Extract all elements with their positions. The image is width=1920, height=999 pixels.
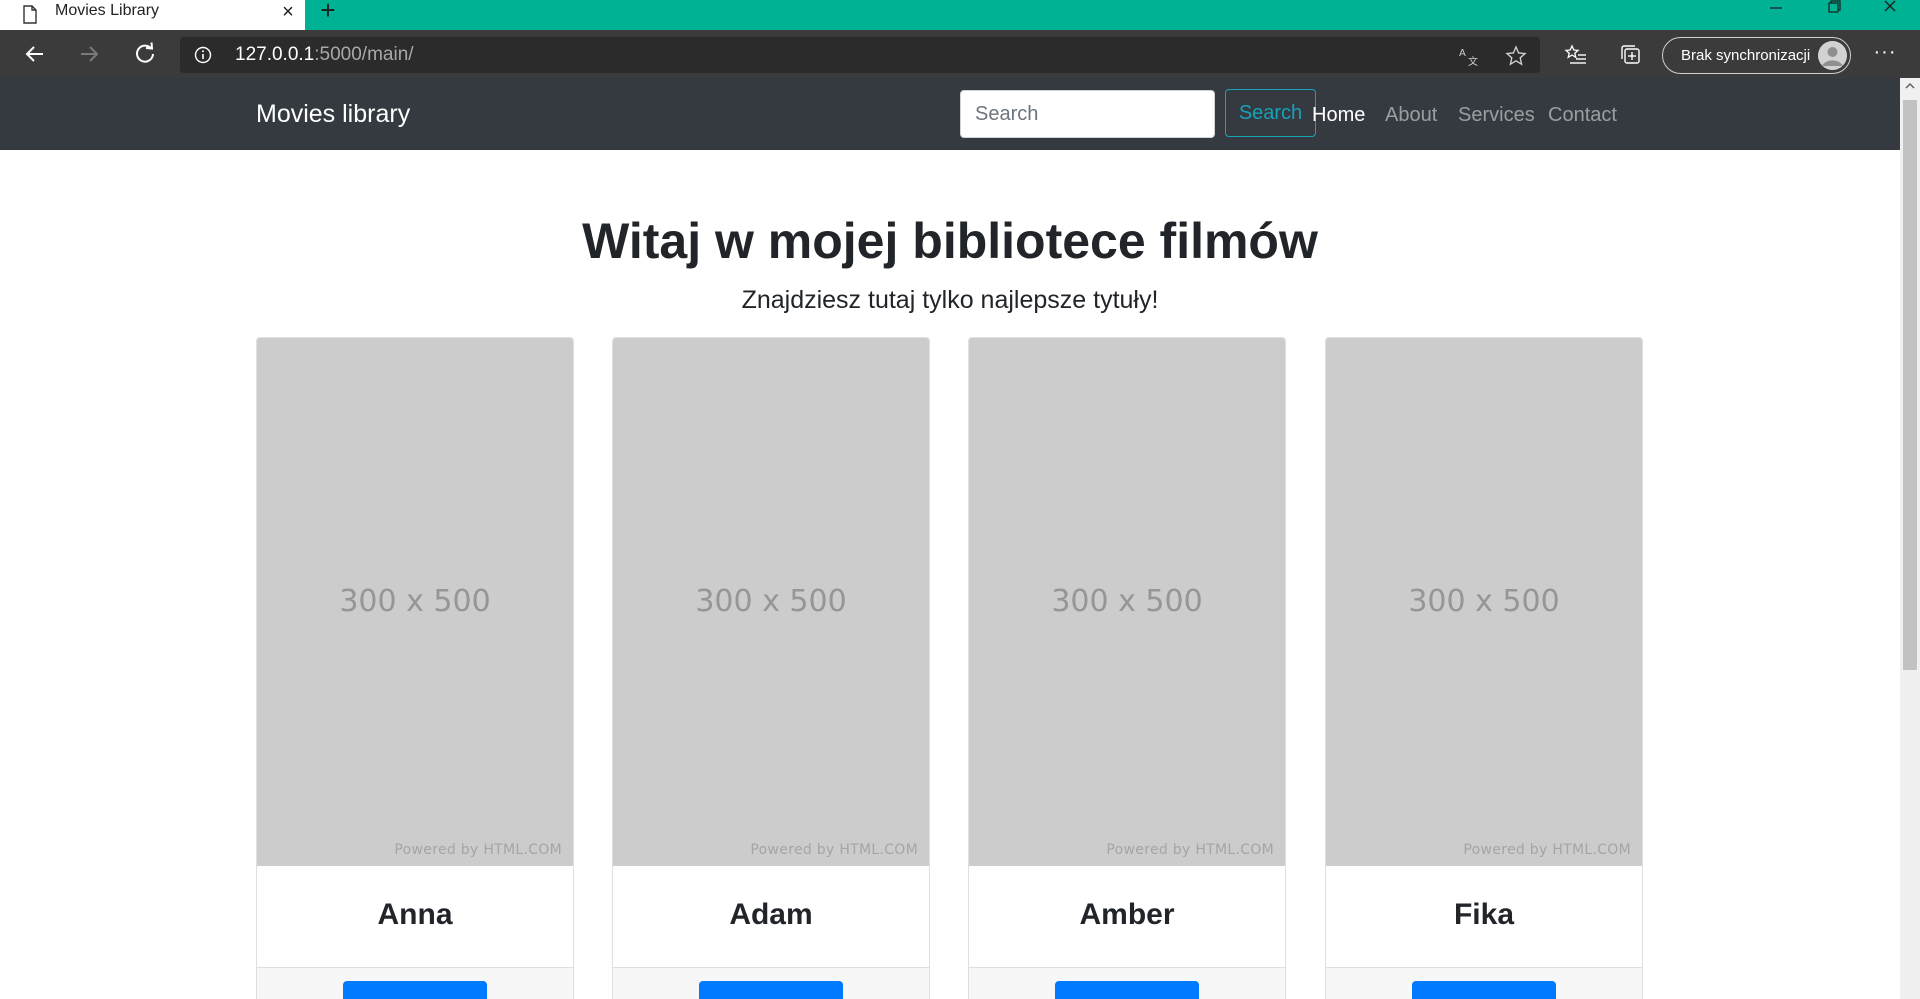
movie-details-button[interactable] xyxy=(1055,981,1199,999)
nav-link-services[interactable]: Services xyxy=(1458,78,1535,152)
forward-icon[interactable] xyxy=(75,40,103,68)
close-window-icon[interactable] xyxy=(1878,0,1902,14)
url-host: 127.0.0.1 xyxy=(235,44,315,65)
minimize-icon[interactable] xyxy=(1764,2,1788,16)
back-icon[interactable] xyxy=(21,40,49,68)
movie-title: Adam xyxy=(729,898,813,931)
browser-tab[interactable]: Movies Library × xyxy=(0,0,305,30)
movie-poster-placeholder: 300 x 500 Powered by HTML.COM xyxy=(969,338,1285,866)
close-tab-icon[interactable]: × xyxy=(278,2,298,22)
movie-card: 300 x 500 Powered by HTML.COM Amber xyxy=(968,337,1286,999)
card-footer xyxy=(969,967,1285,999)
avatar-icon xyxy=(1818,41,1847,70)
poster-dimensions-text: 300 x 500 xyxy=(1408,584,1560,619)
nav-link-home[interactable]: Home xyxy=(1312,78,1365,152)
scroll-up-arrow-icon[interactable] xyxy=(1905,81,1915,91)
card-footer xyxy=(1326,967,1642,999)
movie-card: 300 x 500 Powered by HTML.COM Fika xyxy=(1325,337,1643,999)
more-options-icon[interactable]: ··· xyxy=(1870,42,1900,63)
collections-icon[interactable] xyxy=(1619,43,1643,67)
browser-tab-strip: Movies Library × + xyxy=(0,0,1920,30)
svg-text:文: 文 xyxy=(1468,55,1478,67)
page-title: Witaj w mojej bibliotece filmów xyxy=(582,213,1318,269)
nav-link-about[interactable]: About xyxy=(1385,78,1437,152)
favorites-list-icon[interactable] xyxy=(1564,43,1588,67)
url-text[interactable]: 127.0.0.1:5000/main/ xyxy=(235,37,414,73)
movie-poster-placeholder: 300 x 500 Powered by HTML.COM xyxy=(1326,338,1642,866)
page-icon xyxy=(23,5,37,24)
movie-title: Fika xyxy=(1453,898,1515,931)
scrollbar-thumb[interactable] xyxy=(1903,100,1917,670)
movie-poster-placeholder: 300 x 500 Powered by HTML.COM xyxy=(257,338,573,866)
sync-status-label: Brak synchronizacji xyxy=(1681,47,1811,64)
page-scrollbar[interactable] xyxy=(1900,78,1920,999)
poster-credit-text: Powered by HTML.COM xyxy=(750,842,918,858)
poster-credit-text: Powered by HTML.COM xyxy=(394,842,562,858)
info-icon[interactable] xyxy=(194,46,212,64)
card-footer xyxy=(613,967,929,999)
navbar-brand[interactable]: Movies library xyxy=(256,78,410,150)
tab-title: Movies Library xyxy=(55,2,160,19)
favorite-star-icon[interactable] xyxy=(1505,45,1527,67)
card-footer xyxy=(257,967,573,999)
movie-details-button[interactable] xyxy=(1412,981,1556,999)
restore-icon[interactable] xyxy=(1822,0,1846,14)
browser-toolbar: 127.0.0.1:5000/main/ A 文 Brak synchroniz… xyxy=(0,30,1920,78)
search-button[interactable]: Search xyxy=(1225,89,1316,137)
search-input[interactable] xyxy=(960,90,1215,138)
page-subtitle: Znajdziesz tutaj tylko najlepsze tytuły! xyxy=(741,286,1159,314)
movie-details-button[interactable] xyxy=(343,981,487,999)
address-bar[interactable]: 127.0.0.1:5000/main/ A 文 xyxy=(180,37,1540,73)
new-tab-icon[interactable]: + xyxy=(316,0,340,23)
profile-sync-button[interactable]: Brak synchronizacji xyxy=(1662,37,1851,74)
movie-card: 300 x 500 Powered by HTML.COM Anna xyxy=(256,337,574,999)
movie-title: Amber xyxy=(1079,898,1175,931)
nav-link-contact[interactable]: Contact xyxy=(1548,78,1617,152)
site-navbar: Movies library Search Home About Service… xyxy=(0,78,1900,150)
url-path: :5000/main/ xyxy=(314,44,414,65)
refresh-icon[interactable] xyxy=(131,40,159,68)
poster-dimensions-text: 300 x 500 xyxy=(339,584,491,619)
movie-poster-placeholder: 300 x 500 Powered by HTML.COM xyxy=(613,338,929,866)
poster-dimensions-text: 300 x 500 xyxy=(1051,584,1203,619)
movie-details-button[interactable] xyxy=(699,981,843,999)
movie-card: 300 x 500 Powered by HTML.COM Adam xyxy=(612,337,930,999)
translate-icon[interactable]: A 文 xyxy=(1458,45,1480,67)
movie-title: Anna xyxy=(377,898,453,931)
poster-credit-text: Powered by HTML.COM xyxy=(1106,842,1274,858)
svg-text:A: A xyxy=(1459,48,1466,59)
poster-dimensions-text: 300 x 500 xyxy=(695,584,847,619)
poster-credit-text: Powered by HTML.COM xyxy=(1463,842,1631,858)
